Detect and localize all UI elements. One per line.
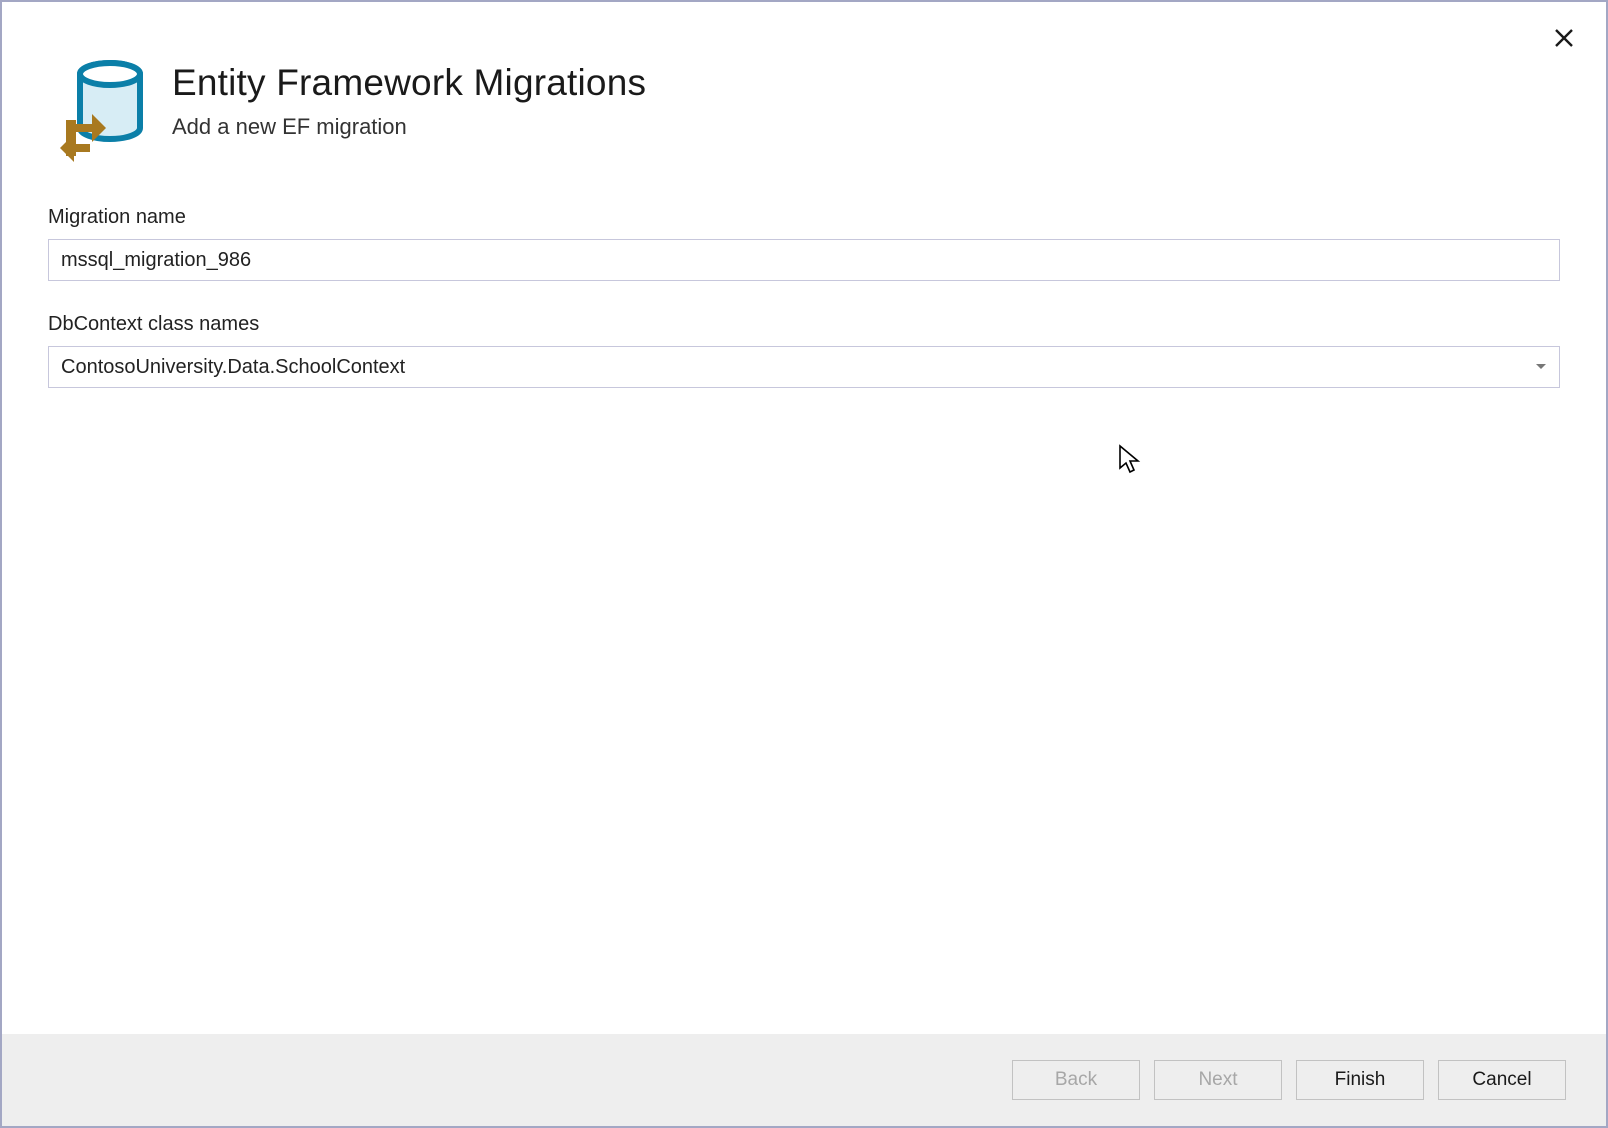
cancel-button[interactable]: Cancel [1438,1060,1566,1100]
migration-name-input[interactable] [48,239,1560,281]
dialog-header: Entity Framework Migrations Add a new EF… [2,2,1606,196]
close-icon [1554,28,1574,53]
migration-name-group: Migration name [48,206,1560,281]
dbcontext-select[interactable]: ContosoUniversity.Data.SchoolContext [48,346,1560,388]
header-text-block: Entity Framework Migrations Add a new EF… [172,56,646,140]
dbcontext-select-wrapper: ContosoUniversity.Data.SchoolContext [48,346,1560,388]
back-button[interactable]: Back [1012,1060,1140,1100]
close-button[interactable] [1550,26,1578,54]
dialog-footer: Back Next Finish Cancel [2,1034,1606,1126]
next-button[interactable]: Next [1154,1060,1282,1100]
dialog-subtitle: Add a new EF migration [172,114,646,140]
wizard-dialog: Entity Framework Migrations Add a new EF… [0,0,1608,1128]
ef-migration-icon [48,56,148,166]
dialog-content: Migration name DbContext class names Con… [2,196,1606,1034]
migration-name-label: Migration name [48,206,1560,229]
finish-button[interactable]: Finish [1296,1060,1424,1100]
dbcontext-group: DbContext class names ContosoUniversity.… [48,313,1560,388]
dbcontext-label: DbContext class names [48,313,1560,336]
dialog-title: Entity Framework Migrations [172,62,646,104]
dbcontext-selected-value: ContosoUniversity.Data.SchoolContext [61,356,405,378]
